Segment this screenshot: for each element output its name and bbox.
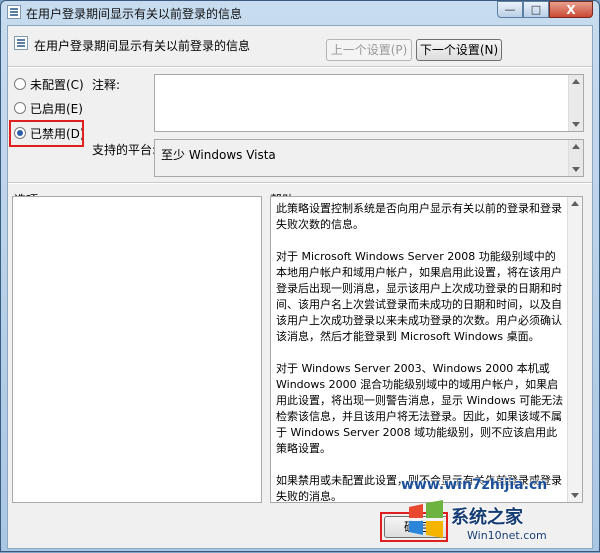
close-button[interactable]: X [549, 1, 593, 18]
window-title: 在用户登录期间显示有关以前登录的信息 [26, 7, 243, 21]
help-paragraph: 此策略设置控制系统是否向用户显示有关以前的登录和登录失败次数的信息。 [276, 202, 562, 231]
highlight-box-disabled [9, 120, 84, 147]
maximize-button[interactable]: □ [523, 1, 549, 18]
scroll-down-icon[interactable] [572, 122, 580, 127]
policy-header-icon [14, 36, 28, 50]
scroll-up-icon[interactable] [572, 144, 580, 149]
radio-button[interactable] [14, 102, 26, 114]
scroll-down-icon[interactable] [571, 493, 579, 498]
dialog-body: 在用户登录期间显示有关以前登录的信息 上一个设置(P) 下一个设置(N) 未配置… [7, 25, 593, 549]
help-text: 此策略设置控制系统是否向用户显示有关以前的登录和登录失败次数的信息。 对于 Mi… [276, 201, 564, 503]
caption-buttons: — □ X [497, 1, 593, 19]
scroll-up-icon[interactable] [571, 201, 579, 206]
policy-icon [7, 5, 21, 19]
header-divider [8, 66, 592, 68]
comment-textbox[interactable] [154, 74, 584, 132]
comment-scrollbar[interactable] [568, 75, 583, 131]
minimize-button[interactable]: — [497, 1, 523, 18]
help-scrollbar[interactable] [567, 197, 582, 502]
policy-title: 在用户登录期间显示有关以前登录的信息 [34, 39, 251, 53]
next-setting-button[interactable]: 下一个设置(N) [416, 39, 502, 61]
help-paragraph: 对于 Windows Server 2003、Windows 2000 本机或 … [276, 362, 564, 455]
scroll-up-icon[interactable] [572, 79, 580, 84]
comment-label: 注释: [92, 78, 121, 92]
help-paragraph: 对于 Microsoft Windows Server 2008 功能级别域中的… [276, 250, 562, 343]
title-bar[interactable]: 在用户登录期间显示有关以前登录的信息 — □ X [1, 1, 599, 23]
platform-label: 支持的平台: [92, 143, 157, 157]
middle-divider [8, 182, 592, 184]
radio-label: 已启用(E) [30, 101, 83, 116]
dialog-window: 在用户登录期间显示有关以前登录的信息 — □ X 在用户登录期间显示有关以前登录… [0, 0, 600, 552]
previous-setting-button[interactable]: 上一个设置(P) [326, 39, 412, 61]
highlight-box-ok [380, 512, 448, 542]
platform-scrollbar[interactable] [568, 140, 583, 176]
radio-enabled[interactable]: 已启用(E) [14, 100, 83, 116]
platform-textbox: 至少 Windows Vista [154, 139, 584, 177]
radio-label: 未配置(C) [30, 77, 84, 92]
help-pane: 此策略设置控制系统是否向用户显示有关以前的登录和登录失败次数的信息。 对于 Mi… [270, 196, 583, 503]
help-paragraph: 如果禁用或未配置此设置，则不会显示有关先前登录或登录失败的消息。 [276, 474, 562, 503]
radio-not-configured[interactable]: 未配置(C) [14, 76, 84, 92]
scroll-down-icon[interactable] [572, 167, 580, 172]
platform-value: 至少 Windows Vista [161, 148, 276, 162]
radio-button[interactable] [14, 78, 26, 90]
options-pane [12, 196, 262, 503]
